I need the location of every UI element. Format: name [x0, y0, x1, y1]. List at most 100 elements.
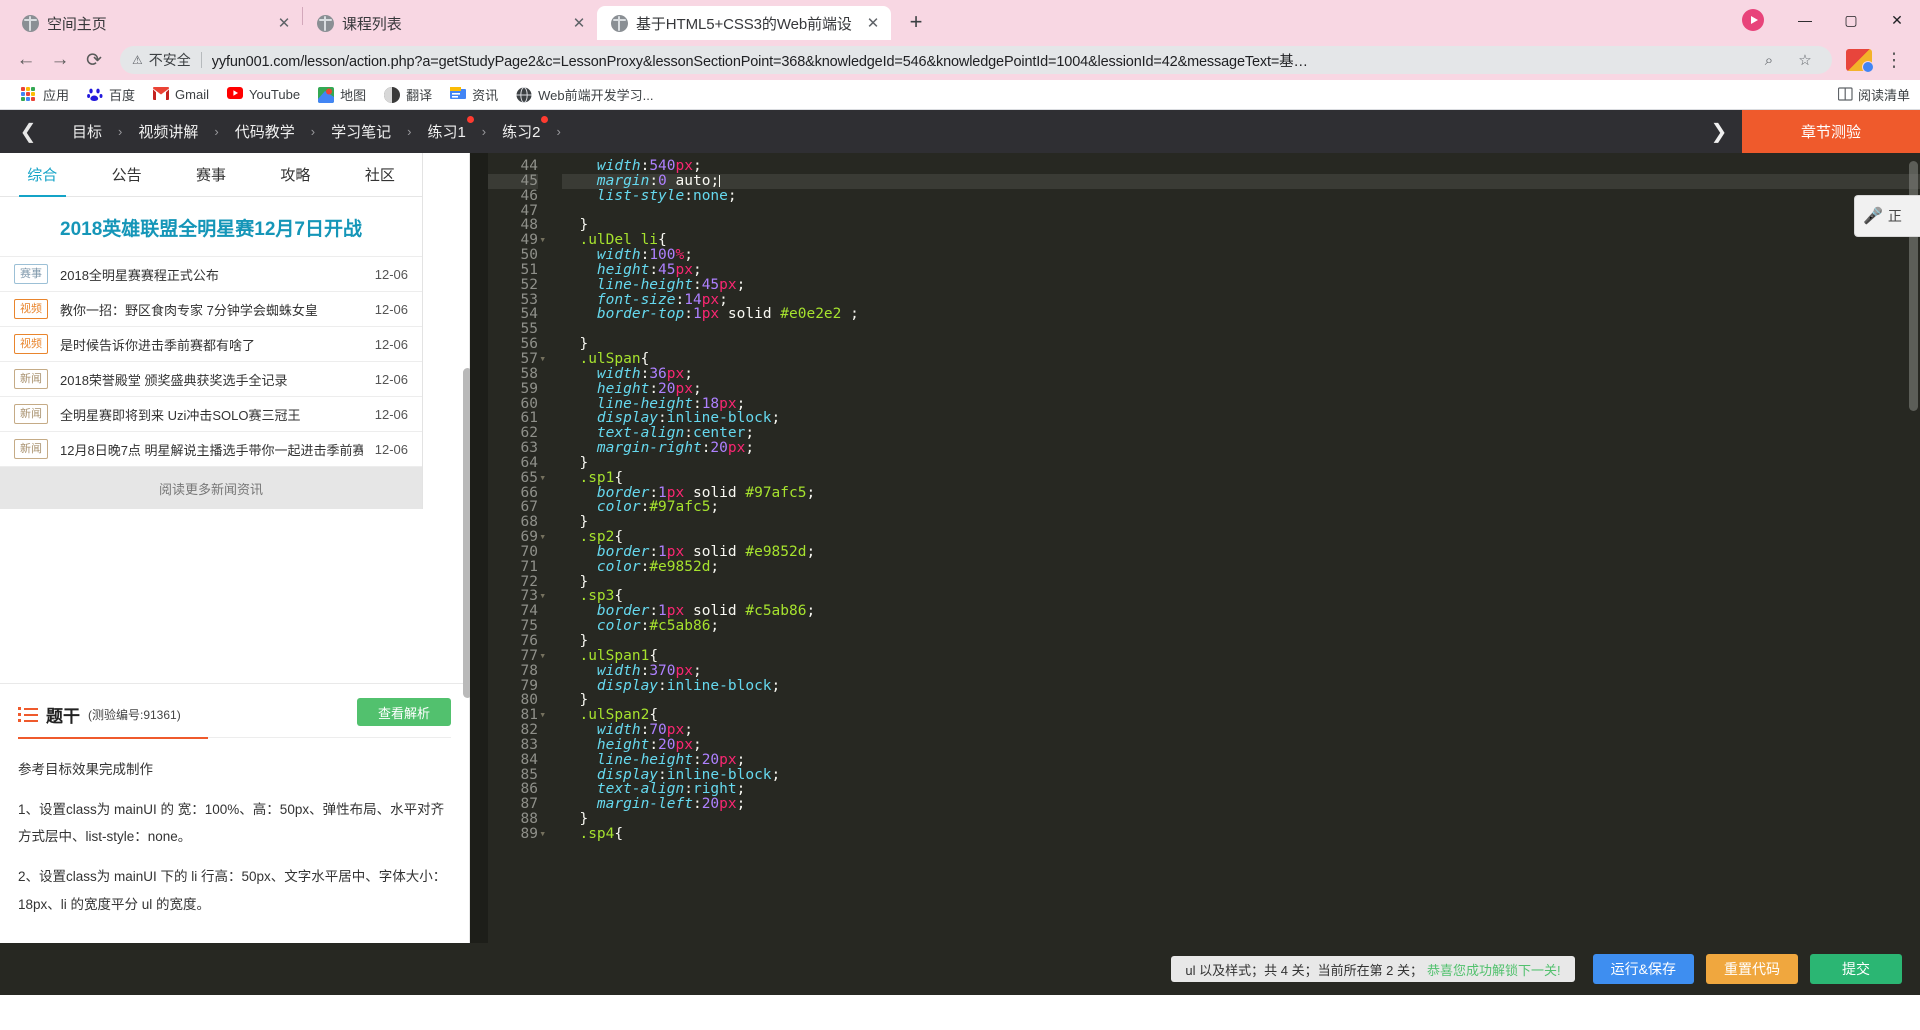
code-line[interactable] [562, 322, 1920, 337]
code-line[interactable]: display:inline-block; [562, 411, 1920, 426]
close-icon[interactable]: ✕ [863, 13, 883, 33]
back-button[interactable]: ← [10, 44, 42, 76]
code-line[interactable]: margin-left:20px; [562, 797, 1920, 812]
bookmark-youtube[interactable]: YouTube [218, 83, 309, 107]
code-line[interactable]: .ulSpan2{ [562, 708, 1920, 723]
browser-tab-3[interactable]: 基于HTML5+CSS3的Web前端设 ✕ [597, 6, 891, 40]
code-line[interactable]: width:100%; [562, 248, 1920, 263]
maximize-button[interactable]: ▢ [1828, 0, 1874, 40]
record-indicator-icon[interactable] [1742, 9, 1764, 31]
code-line[interactable]: height:45px; [562, 262, 1920, 278]
address-bar[interactable]: ⚠ 不安全 yyfun001.com/lesson/action.php?a=g… [120, 46, 1832, 74]
view-answer-button[interactable]: 查看解析 [357, 698, 451, 726]
submit-button[interactable]: 提交 [1810, 954, 1902, 984]
reload-button[interactable]: ⟳ [78, 44, 110, 76]
fold-toggle-icon[interactable]: ▾ [539, 589, 546, 604]
tab-saishi[interactable]: 赛事 [169, 153, 253, 196]
code-line[interactable]: display:inline-block; [562, 678, 1920, 694]
code-line[interactable]: list-style:none; [562, 188, 1920, 204]
code-line[interactable]: border:1px solid #97afc5; [562, 485, 1920, 501]
fold-toggle-icon[interactable]: ▾ [539, 708, 546, 723]
code-line[interactable]: } [562, 574, 1920, 590]
close-icon[interactable]: ✕ [569, 13, 589, 33]
tab-shequ[interactable]: 社区 [338, 153, 422, 196]
fold-toggle-icon[interactable]: ▾ [539, 649, 546, 664]
nav-next-button[interactable]: ❯ [1696, 110, 1742, 153]
code-line[interactable]: .sp3{ [562, 589, 1920, 604]
code-line[interactable]: margin-right:20px; [562, 441, 1920, 456]
tab-gonggao[interactable]: 公告 [84, 153, 168, 196]
code-line[interactable]: } [562, 812, 1920, 827]
new-tab-button[interactable]: + [901, 7, 931, 37]
breadcrumb-item-goal[interactable]: 目标 [56, 121, 118, 142]
fold-toggle-icon[interactable]: ▾ [539, 233, 546, 248]
bookmark-gmail[interactable]: Gmail [144, 83, 218, 107]
code-line[interactable]: border-top:1px solid #e0e2e2 ; [562, 307, 1920, 322]
code-line[interactable]: } [562, 455, 1920, 471]
run-save-button[interactable]: 运行&保存 [1592, 954, 1694, 984]
bookmark-baidu[interactable]: 百度 [78, 83, 144, 107]
code-line[interactable]: line-height:18px; [562, 396, 1920, 412]
code-editor[interactable]: 44 45 46 47 48 49 ▾ 50 51 52 53 54 55 56 57 ▾ 58 59 60 61 62… [470, 153, 1920, 943]
reading-list-button[interactable]: 阅读清单 [1837, 85, 1910, 104]
code-line[interactable]: margin:0 auto; [562, 173, 1920, 189]
close-window-button[interactable]: ✕ [1874, 0, 1920, 40]
read-more-button[interactable]: 阅读更多新闻资讯 [0, 467, 422, 509]
code-line[interactable]: text-align:right; [562, 782, 1920, 797]
chapter-quiz-button[interactable]: 章节测验 [1742, 110, 1920, 153]
extension-icon[interactable] [1846, 49, 1874, 73]
reset-code-button[interactable]: 重置代码 [1706, 954, 1798, 984]
browser-tab-1[interactable]: 空间主页 ✕ [8, 6, 302, 40]
code-line[interactable]: } [562, 337, 1920, 352]
fold-toggle-icon[interactable]: ▾ [539, 530, 546, 545]
list-item[interactable]: 新闻 2018荣誉殿堂 颁奖盛典获奖选手全记录 12-06 [0, 362, 422, 397]
code-line[interactable]: height:20px; [562, 737, 1920, 753]
code-line[interactable]: .sp2{ [562, 530, 1920, 545]
code-line[interactable]: border:1px solid #c5ab86; [562, 604, 1920, 619]
minimize-button[interactable]: — [1782, 0, 1828, 40]
browser-menu-button[interactable]: ⋮ [1878, 44, 1910, 76]
fold-toggle-icon[interactable]: ▾ [539, 352, 546, 367]
forward-button[interactable]: → [44, 44, 76, 76]
code-line[interactable]: .sp1{ [562, 470, 1920, 486]
code-line[interactable]: color:#e9852d; [562, 559, 1920, 575]
mic-off-icon[interactable]: 🎤 [1863, 206, 1883, 226]
floating-voice-widget[interactable]: 🎤 正 [1854, 195, 1920, 237]
code-line[interactable]: width:370px; [562, 663, 1920, 679]
code-line[interactable]: .ulSpan{ [562, 352, 1920, 367]
fold-toggle-icon[interactable]: ▾ [539, 471, 546, 486]
code-line[interactable]: text-align:center; [562, 426, 1920, 441]
fold-toggle-icon[interactable]: ▾ [539, 827, 546, 842]
breadcrumb-item-exercise2[interactable]: 练习2 [486, 116, 556, 142]
editor-body[interactable]: 44 45 46 47 48 49 ▾ 50 51 52 53 54 55 56 57 ▾ 58 59 60 61 62… [488, 153, 1920, 943]
breadcrumb-item-code[interactable]: 代码教学 [219, 121, 311, 142]
code-line[interactable]: .ulSpan1{ [562, 648, 1920, 664]
close-icon[interactable]: ✕ [274, 13, 294, 33]
list-item[interactable]: 新闻 全明星赛即将到来 Uzi冲击SOLO赛三冠王 12-06 [0, 397, 422, 432]
code-line[interactable]: } [562, 218, 1920, 233]
code-line[interactable]: display:inline-block; [562, 767, 1920, 783]
code-line[interactable]: line-height:20px; [562, 752, 1920, 768]
code-line[interactable]: width:36px; [562, 366, 1920, 382]
code-line[interactable]: width:540px; [562, 159, 1920, 174]
search-icon[interactable]: ⌕ [1754, 45, 1784, 75]
code-line[interactable]: font-size:14px; [562, 292, 1920, 308]
code-line[interactable]: color:#c5ab86; [562, 619, 1920, 634]
bookmark-maps[interactable]: 地图 [309, 83, 375, 107]
list-item[interactable]: 视频 是时候告诉你进击季前赛都有啥了 12-06 [0, 327, 422, 362]
code-line[interactable]: border:1px solid #e9852d; [562, 545, 1920, 560]
code-line[interactable]: line-height:45px; [562, 277, 1920, 293]
code-line[interactable]: } [562, 515, 1920, 530]
breadcrumb-item-exercise1[interactable]: 练习1 [411, 116, 481, 142]
list-item[interactable]: 视频 教你一招：野区食肉专家 7分钟学会蜘蛛女皇 12-06 [0, 292, 422, 327]
list-item[interactable]: 新闻 12月8日晚7点 明星解说主播选手带你一起进击季前赛 12-06 [0, 432, 422, 467]
code-line[interactable]: width:70px; [562, 723, 1920, 738]
tab-zonghe[interactable]: 综合 [0, 153, 84, 197]
code-line[interactable]: } [562, 634, 1920, 649]
code-line[interactable]: color:#97afc5; [562, 500, 1920, 515]
bookmark-apps[interactable]: 应用 [12, 83, 78, 107]
breadcrumb-item-video[interactable]: 视频讲解 [122, 121, 214, 142]
nav-prev-button[interactable]: ❮ [0, 110, 56, 153]
code-line[interactable]: .ulDel li{ [562, 233, 1920, 248]
list-item[interactable]: 赛事 2018全明星赛赛程正式公布 12-06 [0, 257, 422, 292]
